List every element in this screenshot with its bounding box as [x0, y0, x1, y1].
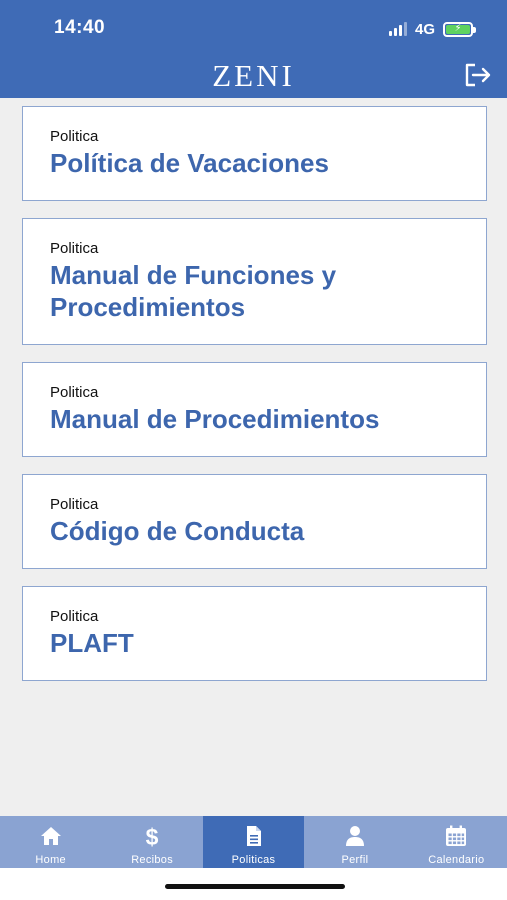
policy-card-manual-funciones[interactable]: Politica Manual de Funciones y Procedimi… [22, 218, 487, 345]
user-icon [345, 826, 364, 846]
policy-kind: Politica [50, 608, 99, 625]
policy-card-plaft[interactable]: Politica PLAFT [22, 586, 487, 681]
dollar-icon: $ [146, 824, 159, 848]
nav-recibos[interactable]: $ Recibos [101, 816, 202, 868]
policy-title: Manual de Procedimientos [50, 404, 380, 434]
calendar-icon [446, 825, 467, 846]
policy-title: Política de Vacaciones [50, 148, 329, 178]
nav-home[interactable]: Home [0, 816, 101, 868]
policy-kind: Politica [50, 496, 99, 513]
signal-icon [388, 22, 407, 36]
policy-kind: Politica [50, 384, 99, 401]
nav-label: Calendario [428, 854, 485, 866]
nav-label: Perfil [341, 854, 369, 866]
status-time: 14:40 [54, 17, 106, 38]
policy-card-vacaciones[interactable]: Politica Política de Vacaciones [22, 106, 487, 201]
home-indicator[interactable] [165, 884, 345, 889]
status-indicators: 4G ⚡ [388, 18, 476, 40]
home-icon [40, 827, 61, 845]
policy-title: Manual de Funciones y Procedimientos [50, 260, 337, 322]
svg-text:$: $ [146, 824, 159, 848]
nav-label: Recibos [131, 854, 174, 866]
policy-kind: Politica [50, 128, 99, 145]
policy-kind: Politica [50, 240, 99, 257]
policy-title: PLAFT [50, 628, 134, 658]
nav-label: Home [35, 854, 66, 866]
policy-card-manual-procedimientos[interactable]: Politica Manual de Procedimientos [22, 362, 487, 457]
nav-politicas[interactable]: Politicas [202, 816, 305, 868]
app-header: 14:40 4G ⚡ ZENI [0, 0, 507, 98]
policy-list: Politica Política de Vacaciones Politica… [22, 106, 487, 698]
nav-calendario[interactable]: Calendario [406, 816, 507, 868]
nav-perfil[interactable]: Perfil [304, 816, 405, 868]
logout-icon[interactable] [463, 62, 493, 88]
policy-card-codigo-conducta[interactable]: Politica Código de Conducta [22, 474, 487, 569]
bottom-nav: Home $ Recibos Politicas Perfil Calendar… [0, 816, 507, 868]
nav-label: Politicas [231, 854, 276, 866]
battery-icon: ⚡ [443, 21, 476, 37]
app-logo: ZENI [212, 58, 295, 93]
document-icon [246, 826, 261, 846]
policy-title: Código de Conducta [50, 516, 305, 546]
network-type: 4G [414, 20, 435, 38]
